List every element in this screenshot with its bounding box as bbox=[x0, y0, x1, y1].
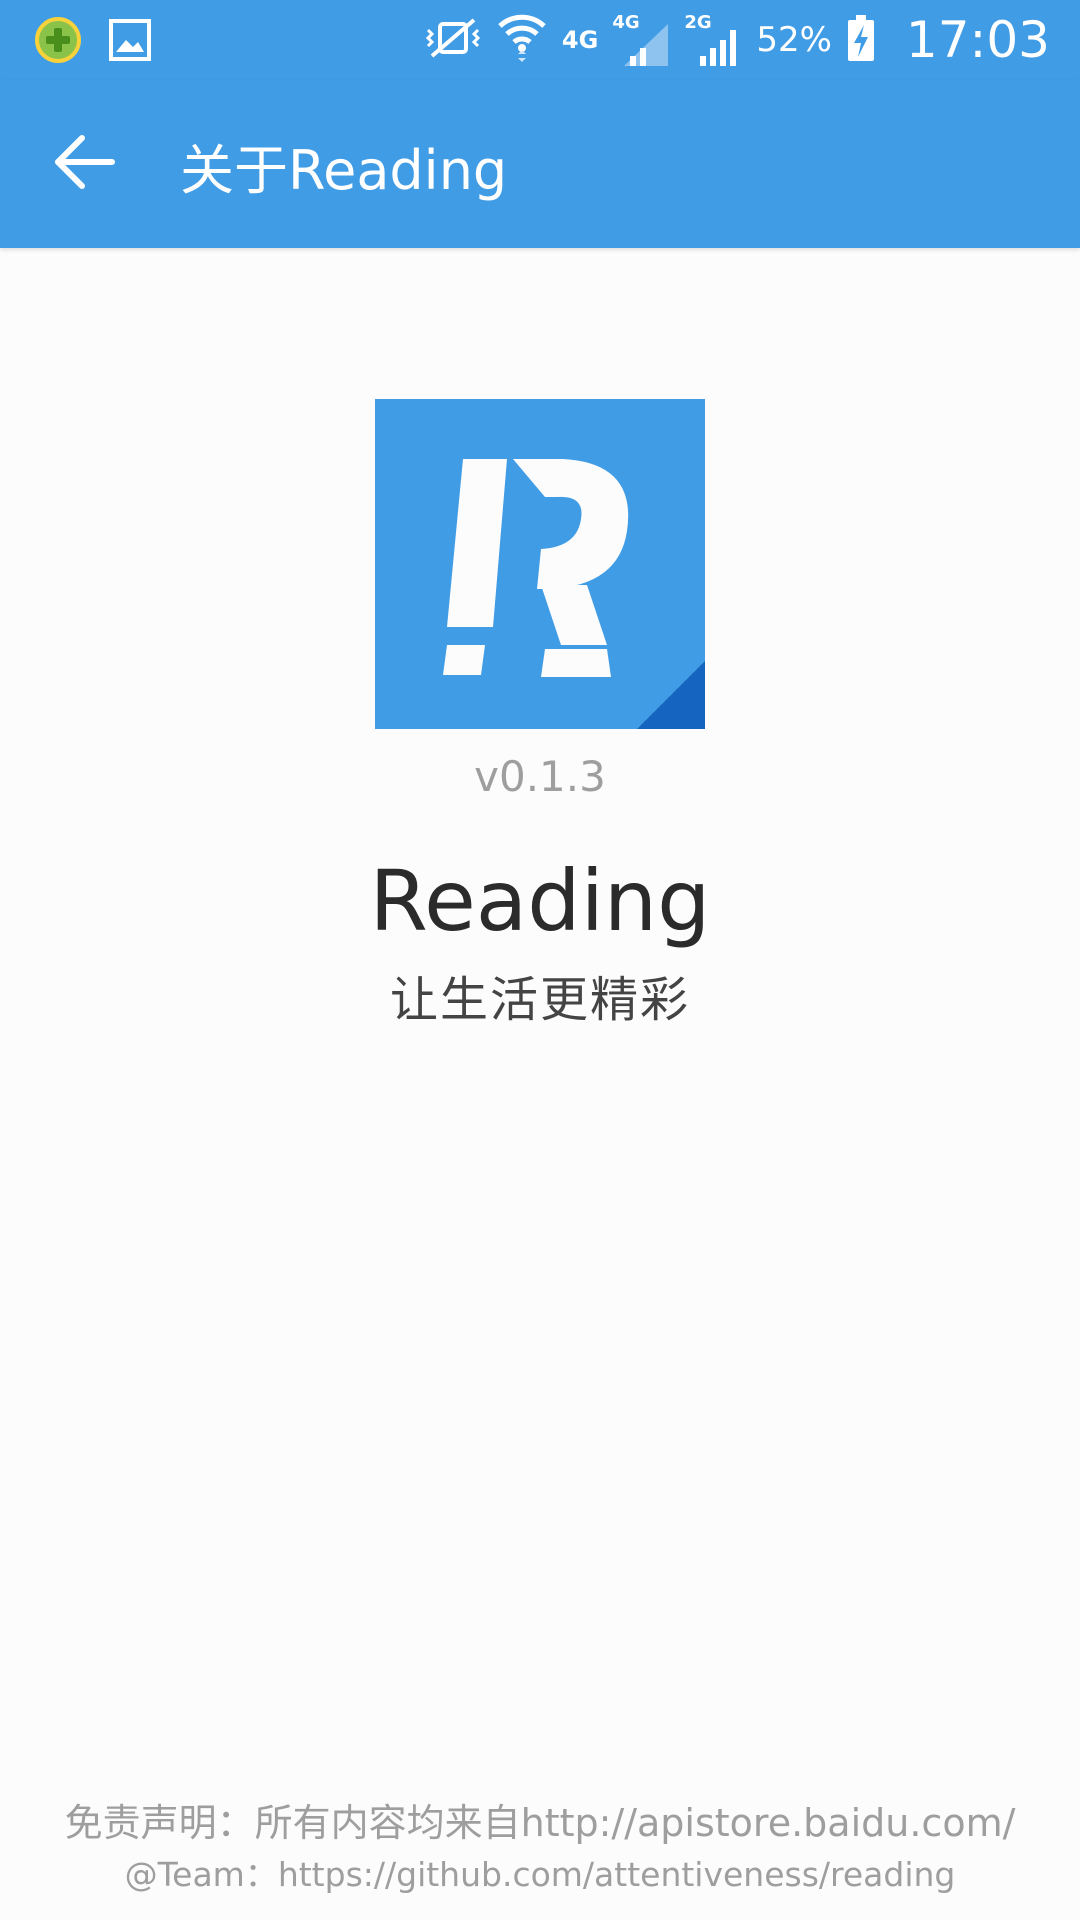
page-title: 关于Reading bbox=[180, 139, 508, 202]
notification-icons bbox=[34, 16, 152, 68]
network-type-label: 4G bbox=[561, 26, 599, 54]
back-button[interactable] bbox=[36, 116, 132, 212]
battery-charging-icon bbox=[846, 13, 876, 67]
battery-percent: 52% bbox=[756, 20, 832, 60]
toolbar: 关于Reading bbox=[0, 80, 1080, 248]
vibrate-icon bbox=[424, 16, 482, 64]
wifi-icon bbox=[496, 10, 548, 70]
team-link-text: @Team：https://github.com/attentiveness/r… bbox=[124, 1855, 956, 1894]
sim2-signal-icon: 2G bbox=[684, 12, 742, 68]
reading-logo bbox=[375, 399, 705, 729]
arrow-back-icon bbox=[52, 130, 116, 198]
app-notification-icon bbox=[34, 16, 82, 68]
status-bar: 4G 4G 2G 52% 17:03 bbox=[0, 0, 1080, 80]
app-name: Reading bbox=[369, 852, 711, 950]
clock: 17:03 bbox=[905, 11, 1050, 69]
app-slogan: 让生活更精彩 bbox=[389, 972, 690, 1028]
image-notification-icon bbox=[108, 18, 152, 66]
screen: 4G 4G 2G 52% 17:03 关于Reading v0.1.3 Read… bbox=[0, 0, 1080, 1920]
system-icons: 4G 4G 2G 52% 17:03 bbox=[424, 8, 1050, 72]
disclaimer-text: 免责声明：所有内容均来自http://apistore.baidu.com/ bbox=[64, 1801, 1016, 1845]
version-label: v0.1.3 bbox=[474, 752, 606, 801]
sim1-signal-icon: 4G bbox=[612, 12, 670, 68]
